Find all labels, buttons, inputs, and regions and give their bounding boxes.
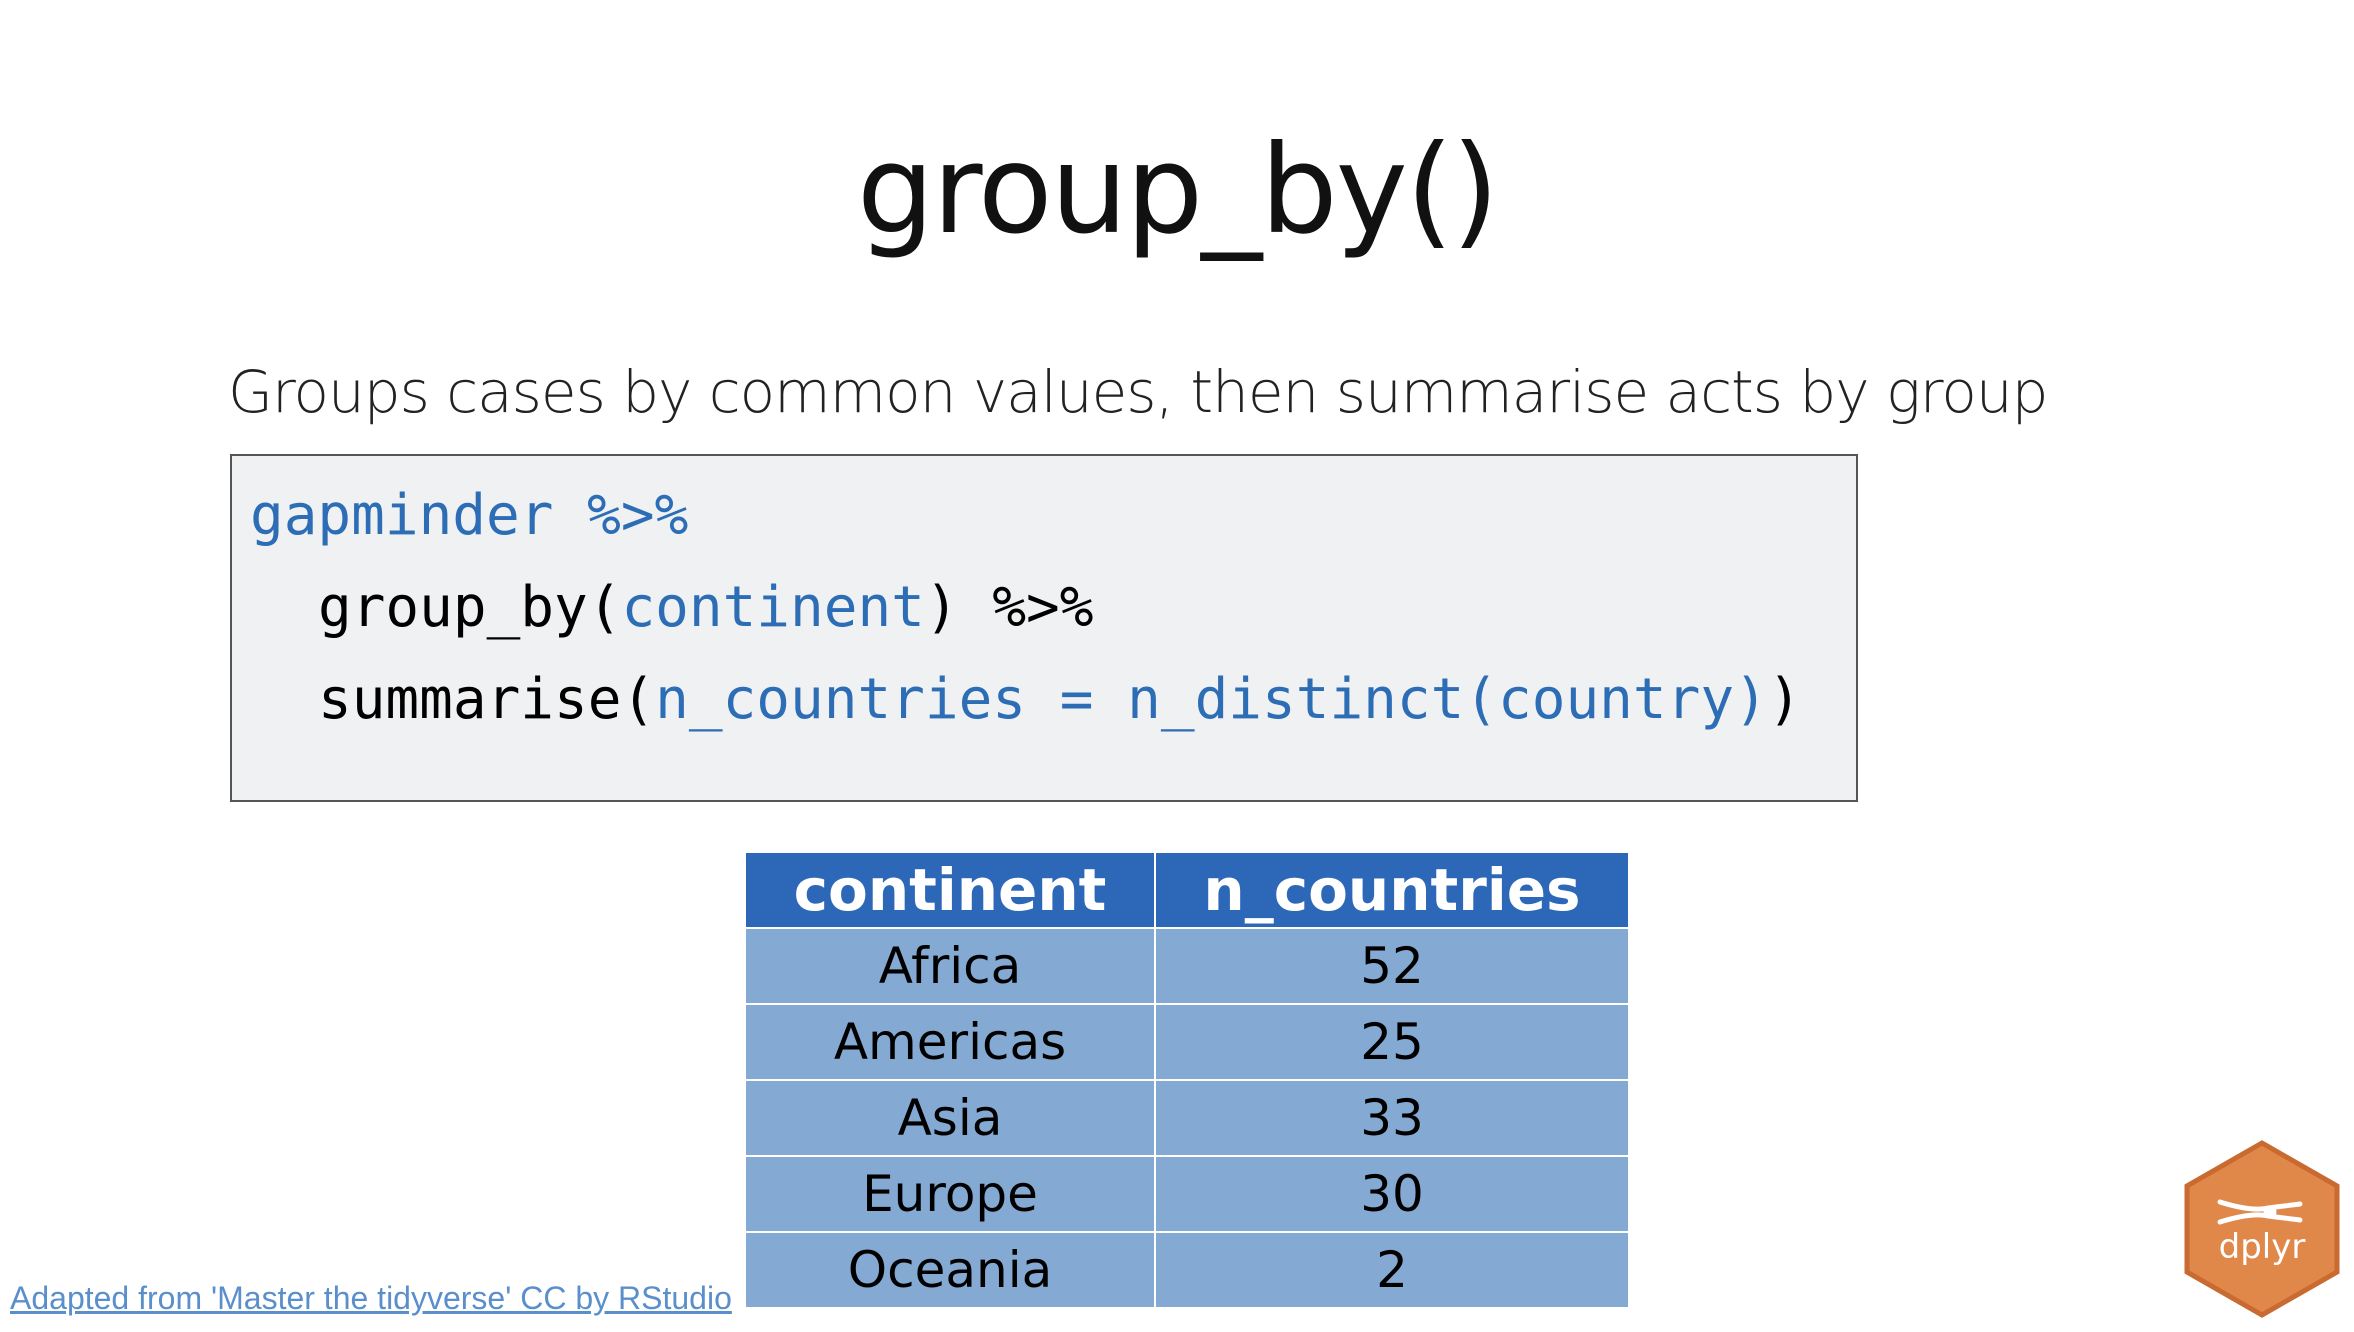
- table-cell-count: 30: [1154, 1155, 1630, 1233]
- table-cell-count: 25: [1154, 1003, 1630, 1081]
- table-cell-continent: Asia: [744, 1079, 1156, 1157]
- code-argument: continent: [621, 575, 925, 640]
- code-line-3: summarise(n_countries = n_distinct(count…: [318, 660, 1801, 740]
- code-pipe: %>%: [992, 575, 1094, 640]
- table-row: Oceania 2: [744, 1231, 1630, 1309]
- table-row: Asia 33: [744, 1079, 1630, 1157]
- code-paren: ): [1767, 667, 1802, 732]
- table-row: Americas 25: [744, 1003, 1630, 1081]
- table-cell-count: 52: [1154, 927, 1630, 1005]
- table-cell-continent: Africa: [744, 927, 1156, 1005]
- logo-text: dplyr: [2219, 1227, 2306, 1267]
- code-function: summarise(: [318, 667, 656, 732]
- code-pipe: %>%: [587, 483, 689, 548]
- slide-title: group_by(): [856, 119, 1499, 261]
- table-cell-continent: Oceania: [744, 1231, 1156, 1309]
- credit-link[interactable]: Adapted from 'Master the tidyverse' CC b…: [10, 1278, 732, 1318]
- table-row: Europe 30: [744, 1155, 1630, 1233]
- code-line-1: gapminder %>%: [250, 476, 688, 556]
- table-cell-count: 33: [1154, 1079, 1630, 1157]
- slide-subtitle: Groups cases by common values, then summ…: [228, 358, 2048, 426]
- code-function: group_by(: [318, 575, 622, 640]
- table-cell-count: 2: [1154, 1231, 1630, 1309]
- table-row: Africa 52: [744, 927, 1630, 1005]
- table-header-continent: continent: [744, 851, 1156, 929]
- result-table: continent n_countries Africa 52 Americas…: [744, 851, 1630, 1309]
- code-block: gapminder %>% group_by(continent) %>% su…: [230, 454, 1858, 802]
- dplyr-logo: dplyr: [2184, 1140, 2340, 1318]
- code-paren: ): [924, 575, 959, 640]
- table-header-n-countries: n_countries: [1154, 851, 1630, 929]
- table-cell-continent: Americas: [744, 1003, 1156, 1081]
- code-argument: n_countries = n_distinct(country): [655, 667, 1768, 732]
- table-header-row: continent n_countries: [744, 851, 1630, 929]
- code-object: gapminder: [250, 483, 554, 548]
- code-line-2: group_by(continent) %>%: [318, 568, 1093, 648]
- table-cell-continent: Europe: [744, 1155, 1156, 1233]
